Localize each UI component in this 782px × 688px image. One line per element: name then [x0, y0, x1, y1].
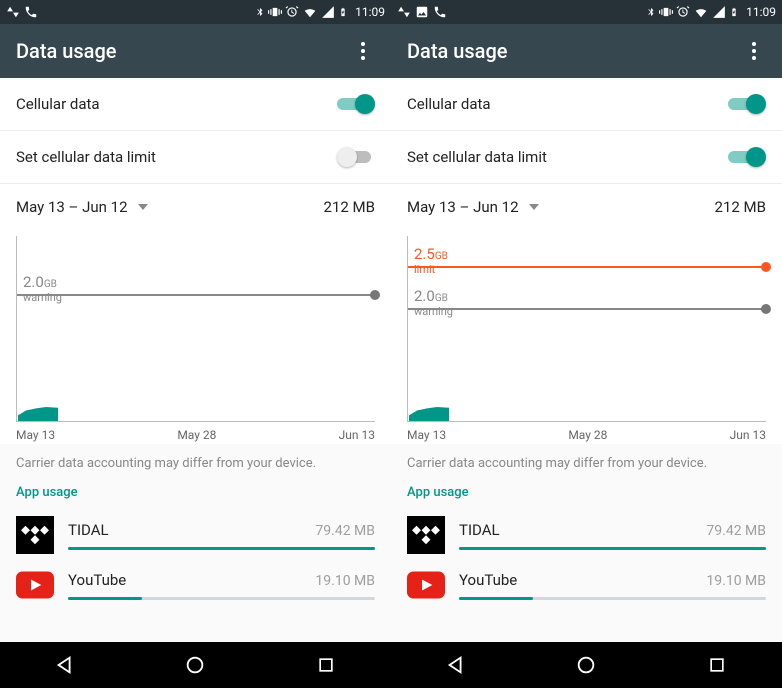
set-limit-row[interactable]: Set cellular data limit: [391, 131, 782, 184]
page-title: Data usage: [407, 39, 508, 63]
overflow-menu-button[interactable]: [742, 39, 766, 63]
bluetooth-icon: [255, 5, 265, 19]
phone-left: 11:09 Data usage Cellular data Set cellu…: [0, 0, 391, 688]
phone-right: 11:09 Data usage Cellular data Set cellu…: [391, 0, 782, 688]
usage-area: [409, 407, 449, 421]
app-name: YouTube: [68, 571, 126, 589]
app-row-tidal[interactable]: TIDAL 79.42 MB: [0, 506, 391, 556]
carrier-disclaimer: Carrier data accounting may differ from …: [0, 444, 391, 475]
home-button[interactable]: [571, 650, 601, 680]
limit-line[interactable]: [408, 266, 766, 268]
alarm-icon: [676, 5, 690, 19]
recents-button[interactable]: [311, 650, 341, 680]
app-usage-heading: App usage: [391, 475, 782, 506]
vibrate-icon: [659, 5, 673, 19]
app-value: 19.10 MB: [706, 573, 766, 589]
network-activity-icon: [6, 5, 20, 19]
app-row-tidal[interactable]: TIDAL 79.42 MB: [391, 506, 782, 556]
set-limit-toggle[interactable]: [337, 147, 375, 167]
signal-icon: [321, 5, 335, 19]
cellular-data-toggle[interactable]: [337, 94, 375, 114]
recents-button[interactable]: [702, 650, 732, 680]
limit-handle[interactable]: [761, 262, 771, 272]
call-icon: [24, 5, 38, 19]
cycle-row[interactable]: May 13 – Jun 12 212 MB: [0, 184, 391, 230]
alarm-icon: [285, 5, 299, 19]
tidal-icon: [16, 516, 54, 554]
status-bar: 11:09: [0, 0, 391, 24]
app-name: TIDAL: [459, 521, 500, 539]
cycle-total: 212 MB: [715, 198, 766, 216]
limit-label: 2.5GB limit: [414, 248, 448, 276]
cycle-total: 212 MB: [324, 198, 375, 216]
warning-line[interactable]: [17, 294, 375, 296]
chevron-down-icon: [529, 204, 539, 210]
navigation-bar: [0, 642, 391, 688]
bluetooth-icon: [646, 5, 656, 19]
app-name: YouTube: [459, 571, 517, 589]
battery-charging-icon: [729, 5, 739, 19]
wifi-icon: [302, 5, 318, 19]
set-limit-row[interactable]: Set cellular data limit: [0, 131, 391, 184]
overflow-menu-button[interactable]: [351, 39, 375, 63]
x-axis-ticks: May 13 May 28 Jun 13: [12, 422, 379, 442]
youtube-icon: [407, 566, 445, 604]
status-time: 11:09: [746, 5, 776, 19]
set-limit-label: Set cellular data limit: [407, 148, 728, 166]
back-button[interactable]: [50, 650, 80, 680]
app-row-youtube[interactable]: YouTube 19.10 MB: [391, 556, 782, 606]
page-title: Data usage: [16, 39, 117, 63]
signal-icon: [712, 5, 726, 19]
app-row-youtube[interactable]: YouTube 19.10 MB: [0, 556, 391, 606]
youtube-icon: [16, 566, 54, 604]
warning-line[interactable]: [408, 308, 766, 310]
back-button[interactable]: [441, 650, 471, 680]
battery-charging-icon: [338, 5, 348, 19]
cellular-data-label: Cellular data: [16, 95, 337, 113]
app-usage-heading: App usage: [0, 475, 391, 506]
app-value: 79.42 MB: [315, 523, 375, 539]
cycle-range: May 13 – Jun 12: [16, 198, 128, 216]
usage-area: [18, 407, 58, 421]
warning-label: 2.0GB warning: [414, 290, 453, 318]
cellular-data-toggle[interactable]: [728, 94, 766, 114]
cycle-row[interactable]: May 13 – Jun 12 212 MB: [391, 184, 782, 230]
status-time: 11:09: [355, 5, 385, 19]
warning-label: 2.0GB warning: [23, 276, 62, 304]
home-button[interactable]: [180, 650, 210, 680]
cycle-range: May 13 – Jun 12: [407, 198, 519, 216]
tidal-icon: [407, 516, 445, 554]
set-limit-label: Set cellular data limit: [16, 148, 337, 166]
status-bar: 11:09: [391, 0, 782, 24]
warning-handle[interactable]: [761, 304, 771, 314]
wifi-icon: [693, 5, 709, 19]
app-value: 19.10 MB: [315, 573, 375, 589]
app-value: 79.42 MB: [706, 523, 766, 539]
gallery-icon: [415, 5, 429, 19]
warning-handle[interactable]: [370, 290, 380, 300]
cellular-data-row[interactable]: Cellular data: [0, 78, 391, 131]
usage-graph: 2.5GB limit 2.0GB warning May 13 May 28 …: [391, 230, 782, 444]
set-limit-toggle[interactable]: [728, 147, 766, 167]
network-activity-icon: [397, 5, 411, 19]
call-icon: [433, 5, 447, 19]
x-axis-ticks: May 13 May 28 Jun 13: [403, 422, 770, 442]
cellular-data-row[interactable]: Cellular data: [391, 78, 782, 131]
cellular-data-label: Cellular data: [407, 95, 728, 113]
usage-graph: 2.0GB warning May 13 May 28 Jun 13: [0, 230, 391, 444]
navigation-bar: [391, 642, 782, 688]
chevron-down-icon: [138, 204, 148, 210]
carrier-disclaimer: Carrier data accounting may differ from …: [391, 444, 782, 475]
vibrate-icon: [268, 5, 282, 19]
app-header: Data usage: [0, 24, 391, 78]
app-name: TIDAL: [68, 521, 109, 539]
app-header: Data usage: [391, 24, 782, 78]
